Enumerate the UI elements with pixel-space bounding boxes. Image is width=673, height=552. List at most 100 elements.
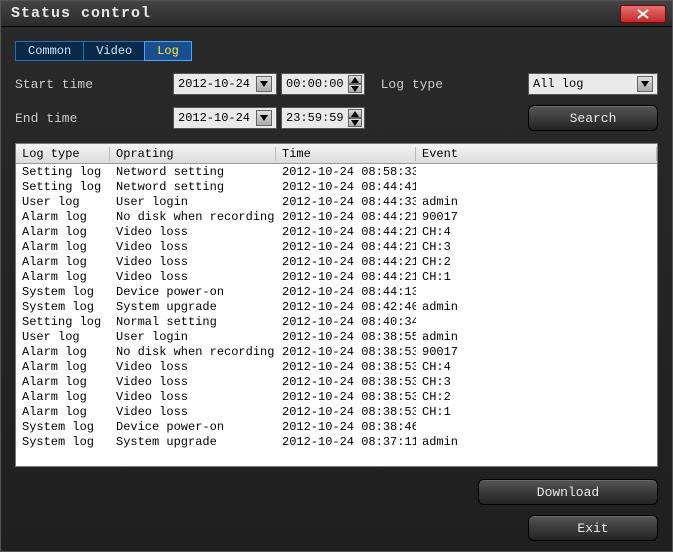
chevron-down-icon — [637, 76, 653, 92]
cell-event: CH:2 — [416, 255, 657, 269]
cell-event: CH:4 — [416, 360, 657, 374]
cell-time: 2012-10-24 08:44:13 — [276, 285, 416, 299]
table-row[interactable]: Alarm logNo disk when recording2012-10-2… — [16, 344, 657, 359]
th-event[interactable]: Event — [416, 147, 657, 161]
cell-type: Alarm log — [16, 240, 110, 254]
spin-down-icon[interactable] — [348, 118, 362, 127]
cell-op: User login — [110, 330, 276, 344]
cell-event: admin — [416, 435, 657, 449]
cell-event: CH:3 — [416, 375, 657, 389]
cell-op: Video loss — [110, 240, 276, 254]
window-title: Status control — [11, 5, 151, 22]
cell-time: 2012-10-24 08:42:40 — [276, 300, 416, 314]
cell-type: Alarm log — [16, 210, 110, 224]
cell-event: 90017 — [416, 210, 657, 224]
table-row[interactable]: System logDevice power-on2012-10-24 08:3… — [16, 419, 657, 434]
cell-type: Alarm log — [16, 375, 110, 389]
logtype-value: All log — [533, 77, 583, 91]
tab-log[interactable]: Log — [144, 41, 192, 61]
cell-op: Video loss — [110, 360, 276, 374]
th-oprating[interactable]: Oprating — [110, 147, 276, 161]
cell-time: 2012-10-24 08:38:53 — [276, 390, 416, 404]
tab-video[interactable]: Video — [83, 41, 145, 61]
cell-time: 2012-10-24 08:44:41 — [276, 180, 416, 194]
filter-panel: Start time 2012-10-24 00:00:00 Log type — [15, 73, 658, 131]
table-row[interactable]: Alarm logVideo loss2012-10-24 08:38:53CH… — [16, 359, 657, 374]
start-time-spinner[interactable]: 00:00:00 — [281, 73, 365, 95]
start-time-controls: 2012-10-24 00:00:00 — [173, 73, 365, 95]
cell-type: User log — [16, 195, 110, 209]
cell-op: Video loss — [110, 255, 276, 269]
cell-event: 90017 — [416, 345, 657, 359]
cell-op: Video loss — [110, 270, 276, 284]
table-row[interactable]: Alarm logVideo loss2012-10-24 08:38:53CH… — [16, 374, 657, 389]
table-body[interactable]: Setting logNetword setting2012-10-24 08:… — [16, 164, 657, 466]
spin-up-icon[interactable] — [348, 109, 362, 118]
cell-time: 2012-10-24 08:38:53 — [276, 345, 416, 359]
end-date-dropdown[interactable]: 2012-10-24 — [173, 107, 277, 129]
table-row[interactable]: Alarm logVideo loss2012-10-24 08:38:53CH… — [16, 404, 657, 419]
cell-time: 2012-10-24 08:38:53 — [276, 360, 416, 374]
th-logtype[interactable]: Log type — [16, 147, 110, 161]
cell-op: Video loss — [110, 225, 276, 239]
table-row[interactable]: User logUser login2012-10-24 08:44:33adm… — [16, 194, 657, 209]
chevron-down-icon — [256, 110, 272, 126]
table-row[interactable]: Setting logNetword setting2012-10-24 08:… — [16, 164, 657, 179]
cell-event: CH:4 — [416, 225, 657, 239]
start-date-value: 2012-10-24 — [178, 77, 250, 91]
download-button[interactable]: Download — [478, 479, 658, 505]
end-time-label: End time — [15, 111, 165, 126]
spin-up-icon[interactable] — [348, 75, 362, 84]
table-row[interactable]: Alarm logVideo loss2012-10-24 08:38:53CH… — [16, 389, 657, 404]
table-row[interactable]: Setting logNormal setting2012-10-24 08:4… — [16, 314, 657, 329]
table-row[interactable]: System logSystem upgrade2012-10-24 08:42… — [16, 299, 657, 314]
search-controls: Search — [528, 105, 658, 131]
cell-op: Device power-on — [110, 285, 276, 299]
table-row[interactable]: Alarm logNo disk when recording2012-10-2… — [16, 209, 657, 224]
close-button[interactable] — [620, 5, 666, 23]
search-button[interactable]: Search — [528, 105, 658, 131]
chevron-down-icon — [256, 76, 272, 92]
cell-time: 2012-10-24 08:38:46 — [276, 420, 416, 434]
tab-common[interactable]: Common — [15, 41, 84, 61]
table-row[interactable]: User logUser login2012-10-24 08:38:55adm… — [16, 329, 657, 344]
cell-event: CH:3 — [416, 240, 657, 254]
cell-time: 2012-10-24 08:37:11 — [276, 435, 416, 449]
table-row[interactable]: Alarm logVideo loss2012-10-24 08:44:21CH… — [16, 239, 657, 254]
cell-type: Setting log — [16, 315, 110, 329]
cell-type: System log — [16, 300, 110, 314]
cell-time: 2012-10-24 08:58:33 — [276, 165, 416, 179]
cell-type: Alarm log — [16, 255, 110, 269]
end-time-spinner[interactable]: 23:59:59 — [281, 107, 365, 129]
cell-op: Netword setting — [110, 165, 276, 179]
cell-event: CH:1 — [416, 270, 657, 284]
start-time-label: Start time — [15, 77, 165, 92]
spin-down-icon[interactable] — [348, 84, 362, 93]
start-date-dropdown[interactable]: 2012-10-24 — [173, 73, 277, 95]
cell-event: CH:2 — [416, 390, 657, 404]
cell-time: 2012-10-24 08:38:53 — [276, 375, 416, 389]
end-date-value: 2012-10-24 — [178, 111, 250, 125]
table-row[interactable]: Setting logNetword setting2012-10-24 08:… — [16, 179, 657, 194]
th-time[interactable]: Time — [276, 147, 416, 161]
logtype-dropdown[interactable]: All log — [528, 73, 658, 95]
cell-type: Alarm log — [16, 270, 110, 284]
table-row[interactable]: Alarm logVideo loss2012-10-24 08:44:21CH… — [16, 269, 657, 284]
cell-time: 2012-10-24 08:40:34 — [276, 315, 416, 329]
cell-type: Alarm log — [16, 345, 110, 359]
cell-event: admin — [416, 330, 657, 344]
cell-op: User login — [110, 195, 276, 209]
exit-button[interactable]: Exit — [528, 515, 658, 541]
table-row[interactable]: System logSystem upgrade2012-10-24 08:37… — [16, 434, 657, 449]
cell-type: Setting log — [16, 165, 110, 179]
cell-op: No disk when recording — [110, 210, 276, 224]
table-row[interactable]: System logDevice power-on2012-10-24 08:4… — [16, 284, 657, 299]
cell-type: Alarm log — [16, 360, 110, 374]
tab-bar: CommonVideoLog — [15, 41, 658, 61]
table-row[interactable]: Alarm logVideo loss2012-10-24 08:44:21CH… — [16, 254, 657, 269]
cell-time: 2012-10-24 08:44:21 — [276, 210, 416, 224]
footer-buttons: Download Exit — [15, 467, 658, 541]
start-time-value: 00:00:00 — [286, 77, 344, 91]
cell-type: Alarm log — [16, 390, 110, 404]
table-row[interactable]: Alarm logVideo loss2012-10-24 08:44:21CH… — [16, 224, 657, 239]
